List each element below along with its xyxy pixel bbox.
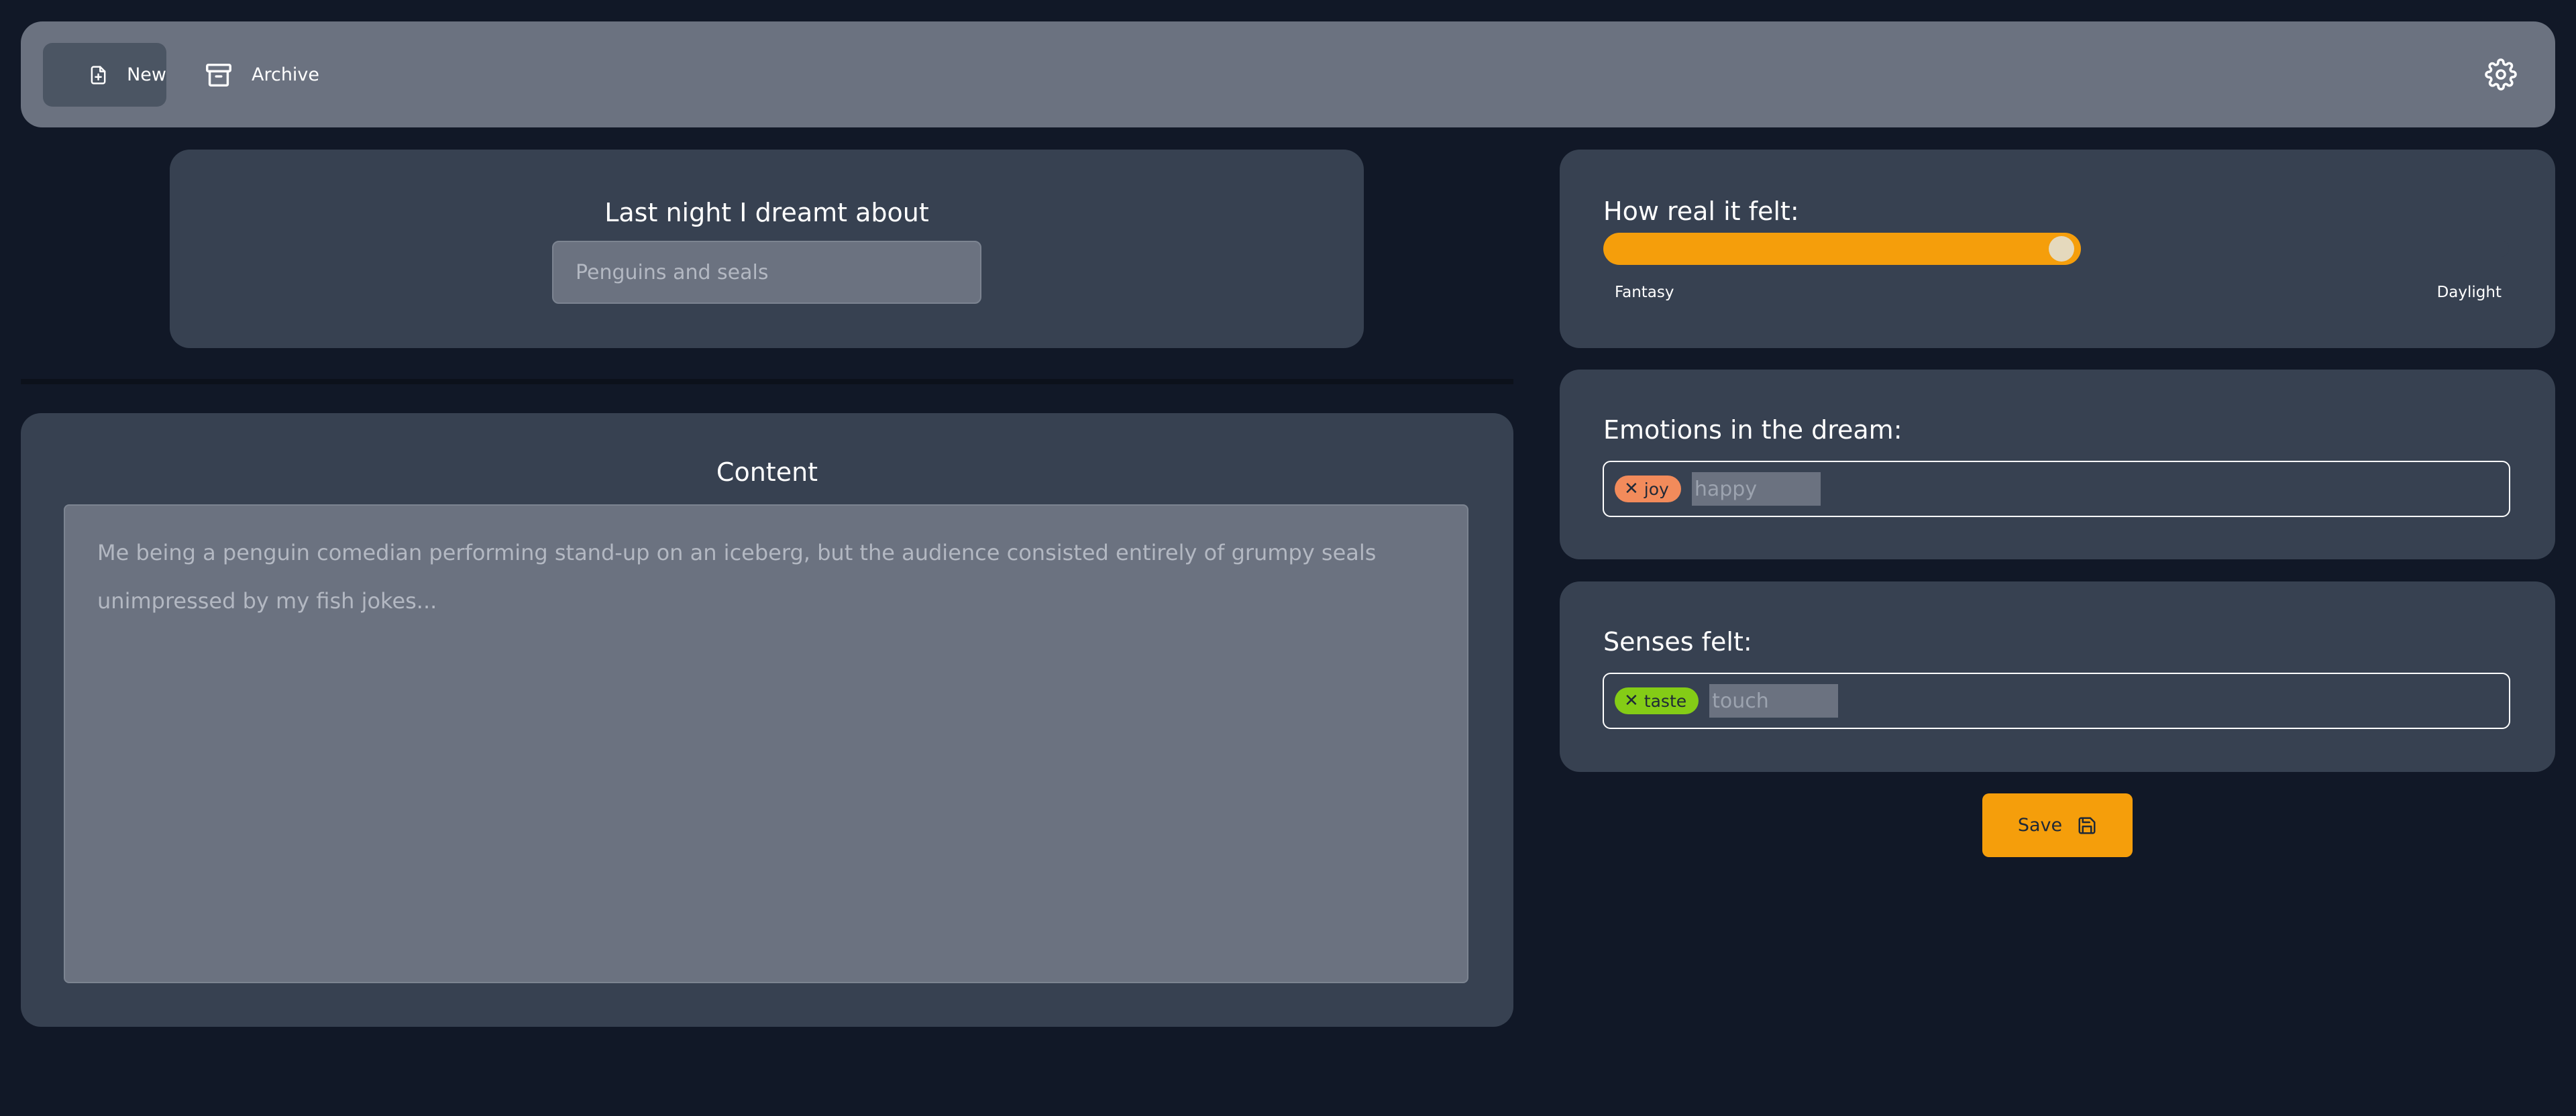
emotions-heading: Emotions in the dream: [1603, 415, 1902, 445]
save-button[interactable]: Save [1982, 793, 2133, 857]
slider-max-label: Daylight [2436, 284, 2502, 301]
senses-tag-input[interactable]: ✕ taste touch [1603, 673, 2510, 729]
dream-title-heading: Last night I dreamt about [604, 198, 929, 227]
emotions-tag-input[interactable]: ✕ joy happy [1603, 461, 2510, 517]
new-button[interactable]: New [43, 43, 166, 107]
emotions-card: Emotions in the dream: ✕ joy happy [1560, 370, 2555, 559]
archive-button-label: Archive [252, 64, 320, 85]
senses-heading: Senses felt: [1603, 627, 1752, 657]
senses-text-input[interactable]: touch [1709, 684, 1839, 718]
realness-heading: How real it felt: [1603, 197, 1799, 226]
remove-tag-icon[interactable]: ✕ [1624, 691, 1639, 711]
emotion-tag-label: joy [1644, 479, 1669, 499]
slider-thumb[interactable] [2049, 236, 2074, 262]
dream-title-card: Last night I dreamt about Penguins and s… [170, 150, 1364, 348]
remove-tag-icon[interactable]: ✕ [1624, 479, 1639, 499]
section-divider [21, 379, 1513, 384]
save-button-label: Save [2017, 815, 2063, 836]
realness-slider[interactable] [1603, 233, 2509, 265]
sense-tag-taste: ✕ taste [1615, 687, 1699, 714]
senses-card: Senses felt: ✕ taste touch [1560, 581, 2555, 772]
archive-button[interactable]: Archive [202, 43, 319, 107]
emotions-text-input[interactable]: happy [1691, 472, 1821, 506]
emotion-tag-joy: ✕ joy [1615, 476, 1681, 502]
dream-title-input[interactable]: Penguins and seals [552, 241, 981, 304]
new-button-label: New [127, 64, 166, 85]
gear-icon[interactable] [2485, 58, 2517, 91]
slider-min-label: Fantasy [1615, 284, 1674, 301]
top-navbar: New Archive [21, 21, 2555, 127]
content-card: Content Me being a penguin comedian perf… [21, 413, 1513, 1027]
content-textarea[interactable]: Me being a penguin comedian performing s… [64, 504, 1468, 983]
realness-card: How real it felt: Fantasy Daylight [1560, 150, 2555, 348]
slider-fill [1603, 233, 2081, 265]
content-heading: Content [716, 457, 818, 487]
archive-box-icon [206, 63, 231, 87]
floppy-disk-icon [2078, 817, 2096, 834]
file-plus-icon [91, 65, 106, 85]
sense-tag-label: taste [1644, 691, 1687, 711]
